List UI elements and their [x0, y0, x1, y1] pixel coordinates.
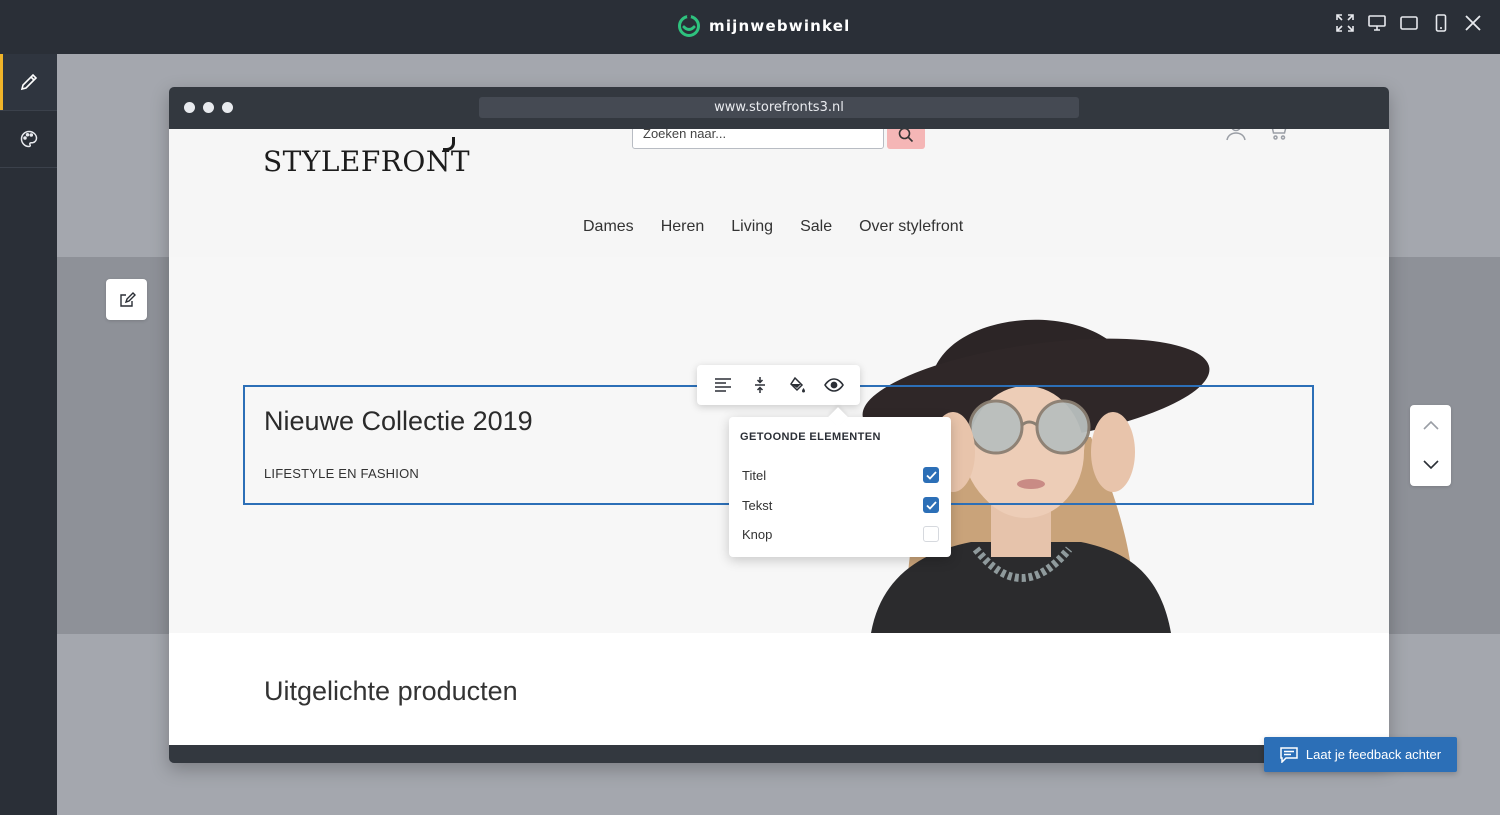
- feedback-label: Laat je feedback achter: [1305, 747, 1442, 762]
- window-dot: [222, 102, 233, 113]
- sidebar-item-edit[interactable]: [0, 54, 57, 111]
- option-label: Titel: [742, 467, 767, 483]
- store-logo[interactable]: STYLEFRONT: [263, 137, 471, 178]
- checkmark-icon: [925, 500, 937, 510]
- nav-item-dames[interactable]: Dames: [583, 218, 634, 236]
- option-titel[interactable]: Titel: [742, 465, 939, 485]
- spacing-button[interactable]: [745, 370, 775, 400]
- dropdown-title: GETOONDE ELEMENTEN: [740, 431, 881, 443]
- close-icon[interactable]: [1464, 14, 1482, 32]
- option-label: Knop: [742, 526, 773, 542]
- hero-title[interactable]: Nieuwe Collectie 2019: [264, 406, 533, 437]
- checkmark-icon: [925, 470, 937, 480]
- browser-bar: www.storefronts3.nl: [169, 87, 1389, 129]
- window-dots: [184, 102, 233, 113]
- main-nav: Dames Heren Living Sale Over stylefront: [583, 218, 963, 236]
- visible-elements-dropdown: GETOONDE ELEMENTEN Titel Tekst Knop: [729, 417, 951, 557]
- mobile-icon[interactable]: [1432, 14, 1450, 32]
- top-bar: mijnwebwinkel: [0, 0, 1500, 54]
- search-button[interactable]: [887, 129, 925, 149]
- eye-icon: [823, 378, 844, 392]
- vertical-spacing-icon: [755, 377, 766, 393]
- header-icons: [1225, 129, 1289, 141]
- nav-item-living[interactable]: Living: [731, 218, 773, 236]
- palette-icon: [20, 130, 37, 148]
- block-toolbar: [697, 365, 860, 405]
- sidebar-item-theme[interactable]: [0, 111, 57, 168]
- view-controls: [1336, 14, 1482, 32]
- url-bar: www.storefronts3.nl: [479, 97, 1079, 118]
- paint-bucket-icon: [789, 376, 805, 393]
- brand-icon: [678, 14, 700, 37]
- align-left-icon: [715, 378, 732, 392]
- move-down-button[interactable]: [1410, 445, 1451, 485]
- brand-logo: mijnwebwinkel: [677, 13, 851, 39]
- feedback-icon: [1280, 746, 1298, 763]
- cart-icon[interactable]: [1267, 129, 1289, 141]
- feedback-button[interactable]: Laat je feedback achter: [1264, 737, 1457, 772]
- move-section-controls: [1410, 405, 1451, 486]
- chevron-up-icon: [1422, 420, 1439, 430]
- store-header: STYLEFRONT Zoeken naar... Dames Heren Li…: [169, 129, 1389, 257]
- pencil-icon: [20, 73, 37, 91]
- left-sidebar: [0, 54, 57, 815]
- checkbox-checked[interactable]: [923, 467, 939, 483]
- user-icon[interactable]: [1225, 129, 1247, 141]
- fullscreen-icon[interactable]: [1336, 14, 1354, 32]
- chevron-down-icon: [1422, 460, 1439, 470]
- search-input[interactable]: Zoeken naar...: [632, 129, 884, 149]
- checkbox-checked[interactable]: [923, 497, 939, 513]
- option-tekst[interactable]: Tekst: [742, 495, 939, 515]
- tablet-icon[interactable]: [1400, 14, 1418, 32]
- hero-subtitle[interactable]: LIFESTYLE EN FASHION: [264, 466, 419, 481]
- edit-icon: [119, 291, 136, 307]
- search-icon: [898, 129, 914, 143]
- checkbox-unchecked[interactable]: [923, 526, 939, 542]
- nav-item-heren[interactable]: Heren: [661, 218, 705, 236]
- move-up-button[interactable]: [1410, 405, 1451, 445]
- nav-item-over-stylefront[interactable]: Over stylefront: [859, 218, 963, 236]
- option-knop[interactable]: Knop: [742, 524, 939, 544]
- option-label: Tekst: [742, 497, 773, 513]
- brand-name: mijnwebwinkel: [709, 17, 851, 35]
- edit-section-button[interactable]: [106, 279, 147, 320]
- visibility-button[interactable]: [819, 370, 849, 400]
- background-color-button[interactable]: [782, 370, 812, 400]
- window-dot: [203, 102, 214, 113]
- window-dot: [184, 102, 195, 113]
- align-button[interactable]: [708, 370, 738, 400]
- featured-products-title: Uitgelichte producten: [264, 676, 518, 706]
- store-search: Zoeken naar...: [632, 129, 925, 149]
- desktop-icon[interactable]: [1368, 14, 1386, 32]
- featured-products-section: Uitgelichte producten: [169, 633, 1389, 745]
- store-logo-text: STYLEFRONT: [263, 145, 471, 178]
- nav-item-sale[interactable]: Sale: [800, 218, 832, 236]
